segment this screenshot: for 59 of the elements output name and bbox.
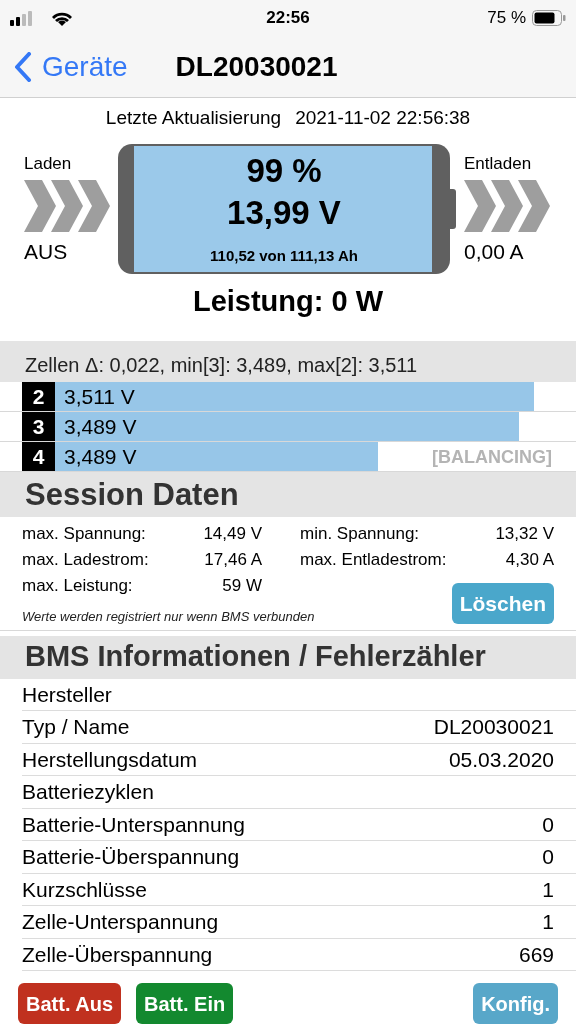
session-note: Werte werden registriert nur wenn BMS verbunden — [22, 608, 315, 627]
action-button[interactable]: Batt. Ein — [136, 983, 234, 1024]
discharge-label: Entladen — [464, 152, 533, 175]
charge-label: Laden — [24, 152, 73, 175]
power-reading: Leistung: 0 W — [192, 283, 384, 319]
battery-capacity: 110,52 von 111,13 Ah — [210, 246, 358, 267]
info-value: 0 — [542, 811, 554, 838]
info-value: 669 — [518, 941, 554, 968]
info-label: Herstellungsdatum — [22, 746, 198, 773]
chevron-arrows-icon — [24, 180, 110, 233]
chevron-arrows-icon — [464, 180, 550, 233]
action-button[interactable]: Konfig. — [473, 983, 558, 1024]
stat-label: max. Leistung: — [22, 575, 134, 598]
cell-voltage: 3,489 V — [64, 444, 137, 471]
section-heading: BMS Informationen / Fehlerzähler — [25, 639, 486, 675]
info-value: 0 — [542, 844, 554, 870]
clear-button[interactable]: Löschen — [451, 583, 554, 625]
charge-percentage: 99 % — [246, 151, 322, 192]
balancing-label: [BALANCING] — [432, 446, 552, 470]
cells-summary: Zellen Δ: 0,022, min[3]: 3,489, max[2]: 3,511 — [25, 353, 418, 379]
stat-label: max. Ladestrom: — [22, 549, 150, 572]
cell-number: 4 — [22, 442, 55, 472]
battery-voltage: 13,99 V — [227, 193, 341, 234]
info-label: Kurzschlüsse — [22, 876, 147, 903]
info-label: Typ / Name — [22, 714, 130, 740]
section-heading: Session Daten — [25, 475, 239, 514]
stat-label: max. Spannung: — [22, 523, 147, 546]
info-label: Zelle-Unterspannung — [22, 909, 219, 935]
info-label: Batterie-Überspannung — [22, 844, 240, 870]
update-timestamp: 2021-11-02 22:56:38 — [295, 105, 471, 130]
stat-label: min. Spannung: — [299, 523, 421, 546]
nav-title: DL20030021 — [175, 49, 338, 84]
back-button[interactable]: Geräte — [14, 45, 128, 88]
back-chevron-icon — [14, 51, 32, 82]
info-value: 1 — [542, 909, 554, 935]
discharge-current: 0,00 A — [464, 239, 525, 266]
info-label: Zelle-Überspannung — [22, 941, 213, 968]
stat-value: 59 W — [221, 575, 262, 598]
info-label: Batterie-Unterspannung — [22, 811, 245, 838]
charge-status: AUS — [24, 239, 69, 266]
info-value: DL20030021 — [433, 714, 554, 740]
stat-value: 17,46 A — [203, 549, 262, 572]
battery-icon — [532, 10, 566, 26]
cell-voltage: 3,511 V — [64, 384, 135, 411]
stat-value: 13,32 V — [494, 523, 554, 546]
battery-percentage: 75 % — [487, 7, 526, 30]
info-value: 05.03.2020 — [448, 746, 554, 773]
stat-label: max. Entladestrom: — [299, 549, 448, 572]
stat-value: 14,49 V — [202, 523, 262, 546]
stat-value: 4,30 A — [504, 549, 554, 572]
cell-number: 3 — [22, 412, 55, 442]
info-label: Hersteller — [22, 681, 112, 708]
action-button[interactable]: Batt. Aus — [18, 983, 122, 1024]
update-label: Letzte Aktualisierung — [105, 105, 282, 130]
info-value: 1 — [542, 876, 554, 903]
info-label: Batteriezyklen — [22, 779, 154, 805]
cell-voltage: 3,489 V — [64, 414, 137, 441]
status-time: 22:56 — [265, 7, 311, 30]
cell-number: 2 — [22, 382, 55, 412]
